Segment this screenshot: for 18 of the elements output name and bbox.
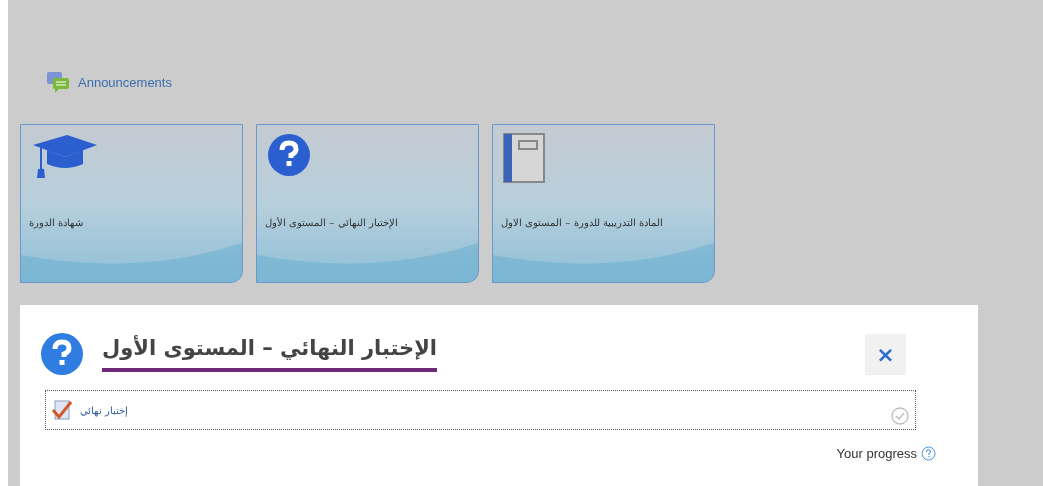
activity-card[interactable]: الإختبار النهائي – المستوى الأول [256,124,479,283]
progress-label: Your progress [836,446,917,461]
help-icon[interactable] [921,446,936,461]
graduation-cap-icon [31,133,99,179]
card-title: شهادة الدورة [29,217,84,228]
card-title: الإختبار النهائي – المستوى الأول [265,217,398,228]
panel-title: الإختبار النهائي – المستوى الأول [102,336,437,372]
notebook-icon [503,133,545,183]
card-title: المادة التدريبية للدورة – المستوى الاول [501,217,663,228]
quiz-checkmark-icon [52,400,72,420]
close-button[interactable]: × [865,333,906,375]
activity-card[interactable]: شهادة الدورة [20,124,243,283]
help-circle-icon [40,332,84,376]
chat-bubbles-icon [46,71,70,93]
quiz-link[interactable]: إختبار نهائي [80,404,129,416]
help-circle-icon [267,133,311,177]
activity-card[interactable]: المادة التدريبية للدورة – المستوى الاول [492,124,715,283]
completion-check-icon[interactable] [891,407,909,425]
